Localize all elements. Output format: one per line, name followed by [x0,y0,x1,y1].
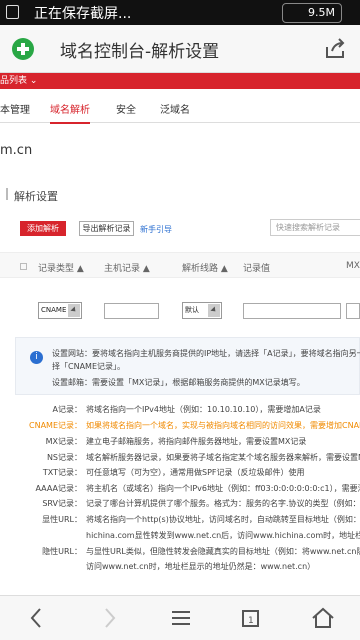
info-line-3: 设置邮箱：需要设置「MX记录」，根据邮箱服务商提供的MX记录填写。 [52,378,305,387]
col-mx: MX [346,261,360,271]
type-key: MX记录： [45,437,82,446]
type-desc: 建立电子邮箱服务，将指向邮件服务器地址，需要设置MX记录 [86,437,307,446]
type-key: AAAA记录： [35,484,82,493]
search-input[interactable]: 快速搜索解析记录 [270,219,360,236]
section-title: 解析设置 [6,188,58,203]
type-desc: 访问www.net.cn时，地址栏显示的地址仍然是：www.net.cn） [86,562,316,571]
add-icon[interactable] [12,38,34,60]
type-desc: 将主机名（或域名）指向一个IPv6地址（例如：ff03:0:0:0:0:0:0:… [86,484,360,493]
type-select[interactable]: CNAME [38,302,82,319]
type-desc: 可任意填写（可为空），通常用做SPF记录（反垃圾邮件）使用 [86,468,305,477]
net-speed: 9.5M [282,3,342,23]
tab-dns[interactable]: 域名解析 [50,101,90,124]
type-row: TXT记录： 可任意填写（可为空），通常用做SPF记录（反垃圾邮件）使用 [0,467,360,479]
type-desc: 如果将域名指向一个域名，实现与被指向域名相同的访问效果，需要增加CNAME记录 [86,421,360,430]
type-row: 隐性URL： 与显性URL类似，但隐性转发会隐藏真实的目标地址（例如：将www.n… [0,546,360,558]
tabs-icon[interactable]: 1 [238,605,264,631]
mx-input[interactable] [346,303,360,319]
type-key: 显性URL： [42,515,82,524]
type-key: CNAME记录： [29,421,82,430]
col-host[interactable]: 主机记录 ▲ [104,261,150,274]
back-icon[interactable] [24,605,50,631]
select-all-checkbox[interactable] [20,263,27,270]
page-title: 域名控制台-解析设置 [60,42,220,62]
type-desc: 将域名指向一个http(s)协议地址，访问域名时，自动跳转至目标地址（例如：将w… [86,515,360,524]
type-row: MX记录： 建立电子邮箱服务，将指向邮件服务器地址，需要设置MX记录 [0,436,360,448]
info-icon: i [30,351,43,364]
tab-bar: 本管理 域名解析 安全 泛域名 [0,89,360,124]
type-row: CNAME记录： 如果将域名指向一个域名，实现与被指向域名相同的访问效果，需要增加… [0,420,360,432]
dropdown-icon [208,304,220,317]
host-input[interactable] [104,303,159,319]
type-row: hichina.com显性转发到www.net.cn后，访问www.hichin… [0,530,360,542]
info-line-1: 设置网站：要将域名指向主机服务商提供的IP地址，请选择「A记录」，要将域名指向另… [52,349,360,358]
type-key: SRV记录： [42,499,82,508]
tab-security[interactable]: 安全 [116,101,136,116]
tab-wildcard[interactable]: 泛域名 [160,101,190,116]
table-header: 记录类型 ▲ 主机记录 ▲ 解析线路 ▲ 记录值 MX [0,252,360,278]
line-value: 默认 [185,306,199,314]
type-row: SRV记录： 记录了哪台计算机提供了哪个服务。格式为：服务的名字.协议的类型（例如… [0,498,360,510]
home-icon[interactable] [310,605,336,631]
screenshot-notification-icon [6,5,19,19]
type-value: CNAME [41,306,67,314]
type-key: A记录： [52,405,82,414]
bottom-nav: 1 [0,595,360,640]
domain-name: m.cn [0,143,33,158]
dropdown-icon [68,304,80,317]
type-desc: hichina.com显性转发到www.net.cn后，访问www.hichin… [86,531,360,540]
type-desc: 与显性URL类似，但隐性转发会隐藏真实的目标地址（例如：将www.net.cn隐… [86,547,360,556]
type-key: TXT记录： [42,468,82,477]
status-bar: 正在保存截屏... 9.5M [0,0,360,25]
line-select[interactable]: 默认 [182,302,222,319]
type-row: 显性URL： 将域名指向一个http(s)协议地址，访问域名时，自动跳转至目标地址… [0,514,360,526]
type-desc: 将域名指向一个IPv4地址（例如：10.10.10.10），需要增加A记录 [86,405,321,414]
col-value: 记录值 [243,264,271,274]
net-speed-text: 9.5M [308,6,335,19]
menu-icon[interactable] [168,605,194,631]
type-key: 隐性URL： [42,547,82,556]
type-row: NS记录： 域名解析服务器记录，如果要将子域名指定某个域名服务器来解析，需要设置N… [0,452,360,464]
type-desc: 域名解析服务器记录，如果要将子域名指定某个域名服务器来解析，需要设置NS记录 [86,453,360,462]
forward-icon[interactable] [96,605,122,631]
browser-toolbar: 域名控制台-解析设置 [0,25,360,73]
type-key: NS记录： [46,453,82,462]
type-row: A记录： 将域名指向一个IPv4地址（例如：10.10.10.10），需要增加A记… [0,404,360,416]
type-row: 访问www.net.cn时，地址栏显示的地址仍然是：www.net.cn） [0,561,360,573]
info-box: i 设置网站：要将域名指向主机服务商提供的IP地址，请选择「A记录」，要将域名指… [15,337,360,395]
svg-text:1: 1 [248,616,254,626]
guide-link[interactable]: 新手引导 [140,224,172,235]
value-input[interactable] [243,303,341,319]
info-line-2: 择「CNAME记录」。 [52,362,125,371]
export-button[interactable]: 导出解析记录 [79,221,134,236]
product-list-bar[interactable]: 品列表 ⌄ [0,73,360,89]
product-list-label: 品列表 ⌄ [0,76,38,86]
add-record-button[interactable]: 添加解析 [20,221,66,236]
type-row: AAAA记录： 将主机名（或域名）指向一个IPv6地址（例如：ff03:0:0:0… [0,483,360,495]
tab-basic[interactable]: 本管理 [0,101,30,116]
col-line[interactable]: 解析线路 ▲ [182,261,228,274]
type-desc: 记录了哪台计算机提供了哪个服务。格式为：服务的名字.协议的类型（例如：_exam… [86,499,360,508]
col-type[interactable]: 记录类型 ▲ [38,261,84,274]
new-record-row: CNAME 默认 [0,300,360,325]
status-text: 正在保存截屏... [34,6,132,22]
share-icon[interactable] [323,37,347,61]
